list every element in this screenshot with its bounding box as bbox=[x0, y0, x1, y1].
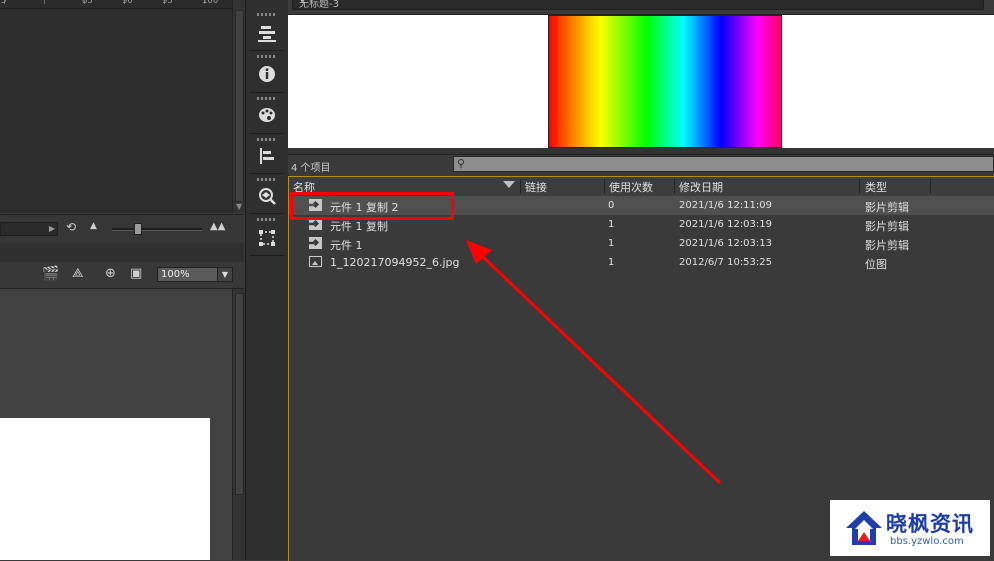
search-icon: ⚲ bbox=[457, 157, 466, 170]
timeline-horizontal-scrollbar[interactable]: ▶ bbox=[0, 222, 58, 236]
library-header: 无标题-3 ▼ bbox=[288, 0, 994, 15]
watermark-title: 晓枫资讯 bbox=[886, 512, 974, 536]
loop-icon[interactable]: ⟲ bbox=[66, 220, 76, 234]
drag-grip[interactable] bbox=[257, 138, 277, 141]
item-modified-date: 2021/1/6 12:03:19 bbox=[679, 219, 773, 230]
library-row[interactable]: 1_120217094952_6.jpg 1 2012/6/7 10:53:25… bbox=[289, 253, 994, 272]
stage-panel-tabbar bbox=[0, 243, 244, 263]
item-modified-date: 2012/6/7 10:53:25 bbox=[679, 257, 773, 268]
library-preview bbox=[288, 15, 994, 148]
chevron-down-icon[interactable]: ▼ bbox=[217, 268, 232, 281]
item-name: 元件 1 复制 bbox=[330, 220, 388, 233]
item-use-count: 1 bbox=[608, 257, 615, 268]
preview-splitter[interactable] bbox=[288, 148, 994, 155]
item-modified-date: 2021/1/6 12:11:09 bbox=[679, 200, 773, 211]
item-name: 1_120217094952_6.jpg bbox=[330, 256, 460, 269]
watermark-logo-icon bbox=[846, 511, 882, 545]
panel-icon-strip bbox=[245, 0, 289, 560]
item-name: 元件 1 bbox=[330, 239, 363, 252]
free-transform-icon[interactable] bbox=[255, 227, 279, 249]
item-modified-date: 2021/1/6 12:03:13 bbox=[679, 238, 773, 249]
item-type: 位图 bbox=[865, 258, 887, 271]
zoom-out-icon[interactable]: ▲ bbox=[90, 221, 97, 231]
zoom-select[interactable]: 100% ▼ bbox=[157, 267, 233, 282]
scroll-right-icon[interactable]: ▶ bbox=[49, 224, 55, 233]
item-type: 影片剪辑 bbox=[865, 239, 909, 252]
column-type[interactable]: 类型 bbox=[865, 179, 887, 195]
column-linkage[interactable]: 链接 bbox=[525, 179, 547, 195]
stage-toolbar: 🎬 ⟁ ⊕ ▣ 100% ▼ bbox=[0, 262, 244, 289]
zoom-value: 100% bbox=[161, 269, 190, 280]
spectrum-gradient-preview bbox=[548, 15, 782, 148]
chevron-down-icon[interactable]: ▼ bbox=[299, 0, 979, 4]
watermark-url: bbs.yzwlo.com bbox=[890, 536, 964, 547]
stage-canvas[interactable] bbox=[0, 418, 210, 560]
ruler-number: 95 bbox=[162, 0, 173, 6]
drag-grip[interactable] bbox=[257, 218, 277, 221]
zoom-in-icon[interactable]: ▲▲ bbox=[210, 221, 225, 232]
movieclip-symbol-icon bbox=[309, 237, 322, 249]
drag-grip[interactable] bbox=[257, 55, 277, 58]
timeline-zoom-slider[interactable] bbox=[112, 223, 202, 235]
color-palette-icon[interactable] bbox=[255, 104, 279, 126]
item-count: 4 个项目 bbox=[291, 163, 331, 174]
align-panel-icon[interactable] bbox=[255, 22, 279, 44]
library-document-select[interactable]: 无标题-3 ▼ bbox=[292, 0, 984, 10]
ruler-number: 100 bbox=[202, 0, 219, 6]
drag-grip[interactable] bbox=[257, 97, 277, 100]
item-use-count: 0 bbox=[608, 200, 615, 211]
slider-knob[interactable] bbox=[134, 223, 142, 235]
edit-symbols-icon[interactable]: ⟁ bbox=[72, 266, 84, 281]
highlight-box bbox=[290, 192, 454, 220]
library-search-input[interactable]: ⚲ bbox=[453, 156, 994, 172]
timeline-frames-area[interactable] bbox=[0, 9, 232, 213]
ruler-number: 90 bbox=[122, 0, 133, 6]
scrollbar-thumb[interactable] bbox=[235, 10, 244, 202]
item-use-count: 1 bbox=[608, 238, 615, 249]
center-stage-icon[interactable]: ⊕ bbox=[105, 266, 116, 281]
transform-icon[interactable] bbox=[255, 185, 279, 207]
column-modified-date[interactable]: 修改日期 bbox=[679, 179, 723, 195]
item-type: 影片剪辑 bbox=[865, 220, 909, 233]
scroll-down-icon[interactable]: ▼ bbox=[236, 202, 242, 211]
edit-scene-icon[interactable]: 🎬 bbox=[42, 266, 59, 282]
scrollbar-thumb[interactable] bbox=[235, 293, 244, 495]
timeline-controls: ▶ ⟲ ▲ ▲▲ bbox=[0, 214, 244, 244]
ruler-number: 85 bbox=[82, 0, 93, 6]
stage-vertical-scrollbar[interactable] bbox=[232, 289, 245, 560]
column-use-count[interactable]: 使用次数 bbox=[609, 179, 653, 195]
item-type: 影片剪辑 bbox=[865, 201, 909, 214]
watermark: 晓枫资讯 bbs.yzwlo.com bbox=[830, 500, 990, 556]
align-left-icon[interactable] bbox=[255, 145, 279, 167]
drag-grip[interactable] bbox=[257, 13, 277, 16]
bitmap-icon bbox=[309, 256, 322, 267]
ruler-number: 5 bbox=[1, 0, 7, 6]
library-row[interactable]: 元件 1 1 2021/1/6 12:03:13 影片剪辑 bbox=[289, 234, 994, 253]
clip-to-stage-icon[interactable]: ▣ bbox=[130, 266, 142, 281]
info-icon[interactable] bbox=[255, 63, 279, 85]
timeline-ruler[interactable]: 5 85 90 95 100 bbox=[0, 0, 232, 9]
item-use-count: 1 bbox=[608, 219, 615, 230]
timeline-vertical-scrollbar[interactable]: ▼ bbox=[232, 0, 245, 213]
drag-grip[interactable] bbox=[257, 178, 277, 181]
library-search-row: 4 个项目 ⚲ bbox=[288, 155, 994, 175]
sort-descending-icon[interactable] bbox=[503, 181, 515, 188]
